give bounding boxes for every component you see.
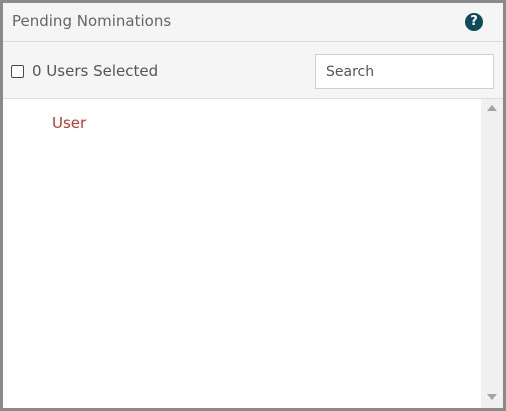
toolbar: 0 Users Selected [3, 42, 503, 99]
panel-title: Pending Nominations [12, 12, 172, 30]
pending-nominations-panel: Pending Nominations ? 0 Users Selected U… [0, 0, 506, 411]
select-all-checkbox[interactable] [11, 64, 24, 78]
help-icon[interactable]: ? [465, 13, 483, 31]
list-item-user[interactable]: User [52, 114, 86, 132]
scroll-down-arrow-icon[interactable] [487, 394, 497, 400]
vertical-scrollbar[interactable] [481, 99, 503, 408]
select-all-control[interactable]: 0 Users Selected [11, 62, 158, 80]
panel-header: Pending Nominations ? [3, 3, 503, 42]
search-input[interactable] [315, 54, 494, 89]
nominations-list: User [3, 99, 481, 408]
scroll-up-arrow-icon[interactable] [487, 105, 497, 111]
users-selected-count: 0 Users Selected [32, 62, 159, 80]
